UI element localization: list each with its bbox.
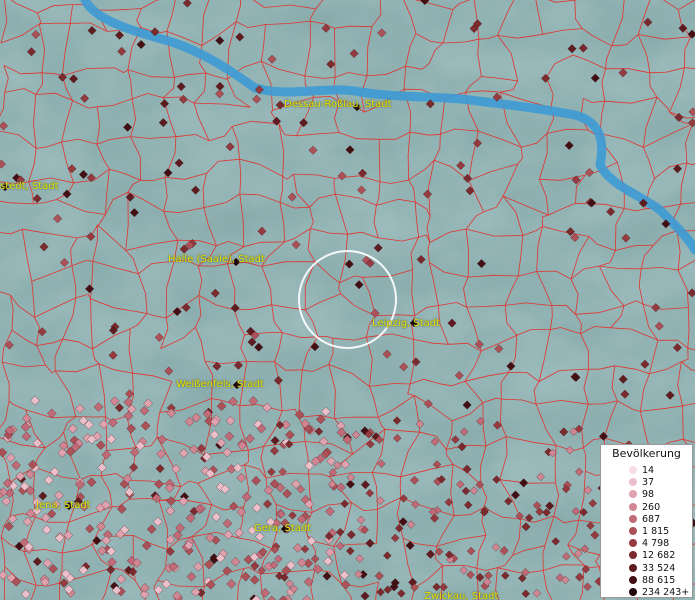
city-label-weissenfels: Weißenfels, Stadt (176, 379, 264, 390)
legend-item-label: 12 682 (642, 550, 676, 562)
population-legend: Bevölkerung 14 37 98 260 687 1 815 4 798 12 682… (600, 444, 693, 598)
legend-item: 1 815 (601, 526, 694, 538)
legend-item: 687 (601, 514, 694, 526)
legend-swatch (629, 527, 637, 535)
legend-item-label: 14 (642, 465, 655, 476)
legend-item-label: 234 243+ (642, 587, 690, 598)
legend-item: 260 (601, 502, 694, 514)
legend-swatch (629, 539, 637, 548)
city-label-jena: Jena, Stadt (36, 500, 91, 511)
legend-swatch (629, 588, 637, 596)
legend-item: 88 615 (601, 575, 694, 587)
city-label-leipzig: Leipzig, Stadt (372, 318, 441, 329)
legend-swatch (629, 551, 637, 560)
legend-item: 33 524 (601, 563, 694, 575)
legend-item-label: 687 (642, 513, 661, 525)
legend-item-label: 37 (642, 477, 655, 489)
legend-swatch (629, 563, 637, 572)
city-label-dessau: Dessau-Roßlau, Stadt (284, 99, 392, 110)
legend-title: Bevölkerung (612, 447, 681, 460)
legend-item-label: 1 815 (642, 526, 670, 537)
legend-item-label: 260 (642, 501, 661, 513)
legend-swatch (629, 478, 637, 487)
legend-item-label: 33 524 (642, 562, 676, 574)
city-label-zwickau: Zwickau, Stadt (424, 591, 499, 600)
legend-item: 234 243+ (601, 587, 694, 599)
legend-item: 98 (601, 489, 694, 501)
city-label-gera: Gera, Stadt (254, 523, 312, 534)
map-canvas[interactable]: Dessau-Roßlau, Stadt stedt, Stadt Halle … (0, 0, 695, 600)
legend-item: 37 (601, 477, 694, 489)
legend-swatch (629, 490, 637, 499)
magnifier-circle[interactable] (298, 250, 397, 349)
legend-item-label: 4 798 (642, 538, 670, 550)
legend-swatch (629, 514, 637, 523)
legend-item: 14 (601, 465, 694, 477)
legend-item: 12 682 (601, 550, 694, 562)
legend-item: 4 798 (601, 538, 694, 550)
city-label-halle: Halle (Saale), Stadt (168, 254, 265, 265)
legend-swatch (629, 502, 637, 511)
city-label-stedt: stedt, Stadt (0, 181, 59, 192)
legend-swatch (629, 466, 637, 474)
legend-item-label: 88 615 (642, 574, 676, 586)
legend-item-label: 98 (642, 489, 655, 501)
legend-swatch (629, 575, 637, 584)
